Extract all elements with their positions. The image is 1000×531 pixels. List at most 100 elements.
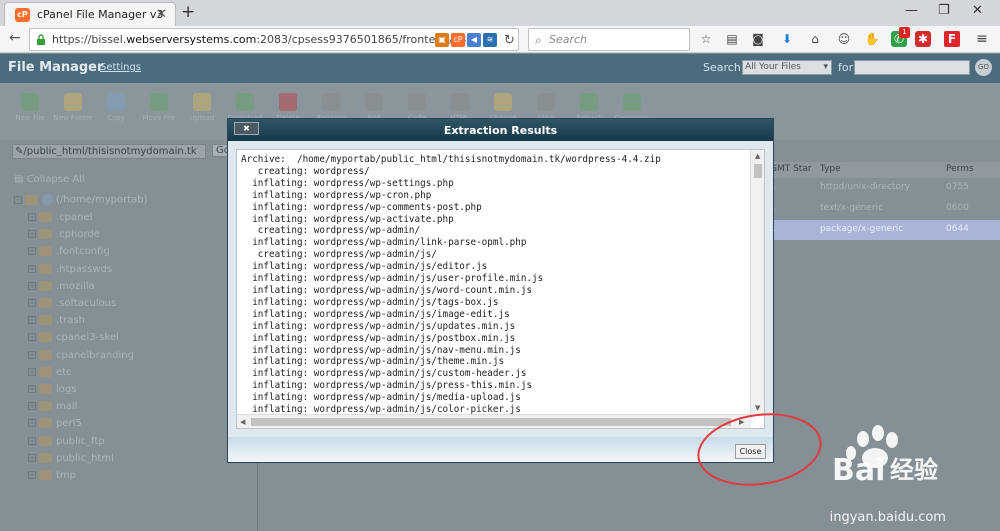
tree-expand-icon[interactable]: +	[28, 419, 36, 428]
reading-list-icon[interactable]: ▤	[724, 31, 740, 47]
column-header-time[interactable]: GMT Star	[770, 164, 812, 174]
tree-root-label: (/home/myportab)	[56, 194, 148, 206]
tree-expand-icon[interactable]: +	[28, 213, 36, 221]
tree-expand-icon[interactable]: +	[28, 436, 36, 445]
tree-item[interactable]: + cpanelbranding	[28, 349, 134, 361]
toolbar-label: New File	[15, 114, 45, 122]
toolbar-new-folder-button[interactable]: New Folder	[51, 93, 95, 122]
tree-item[interactable]: + perl5	[28, 418, 82, 429]
vertical-scrollbar[interactable]: ▲ ▼	[750, 150, 764, 416]
tree-expand-icon[interactable]: +	[28, 281, 36, 290]
column-header-type[interactable]: Type	[820, 164, 841, 174]
column-header-perms[interactable]: Perms	[946, 164, 974, 174]
tree-item-label: .cpanel	[56, 212, 93, 223]
wave-extension-icon[interactable]: ≋	[483, 33, 497, 47]
cpanel-extension-icon[interactable]: cP	[451, 33, 465, 47]
search-scope-select[interactable]: All Your Files ▾	[742, 60, 832, 75]
tree-expand-icon[interactable]: +	[28, 299, 36, 307]
tree-item-label: .trash	[56, 315, 85, 327]
tree-expand-icon[interactable]: +	[28, 453, 36, 462]
tree-expand-icon[interactable]: +	[28, 247, 36, 256]
pocket-icon[interactable]: ◙	[750, 31, 766, 47]
url-bar[interactable]: https://bissel.webserversystems.com:2083…	[29, 28, 519, 51]
tree-expand-icon[interactable]: +	[28, 264, 36, 273]
tree-item-label: .cphorde	[56, 229, 100, 241]
tree-item[interactable]: + public_html	[28, 452, 114, 464]
bookmark-star-icon[interactable]: ☆	[698, 31, 714, 47]
tree-item[interactable]: + .cpanel	[28, 212, 92, 223]
tree-item[interactable]: + .mozilla	[28, 280, 95, 292]
home-icon[interactable]: ⌂	[807, 31, 823, 47]
close-window-icon[interactable]: ✕	[972, 3, 983, 18]
red-extension-icon[interactable]: ✱	[915, 31, 931, 47]
toolbar-move-file-button[interactable]: Move File	[137, 93, 181, 122]
browser-tab[interactable]: cP cPanel File Manager v3 ✕	[4, 2, 176, 26]
output-line: creating: wordpress/wp-admin/	[241, 225, 421, 237]
tree-item[interactable]: + cpanel3-skel	[28, 332, 119, 343]
tree-expand-icon[interactable]: +	[28, 402, 36, 411]
tree-expand-icon[interactable]: +	[28, 350, 36, 359]
folder-icon	[39, 246, 52, 257]
tree-item[interactable]: + mail	[28, 401, 77, 412]
back-arrow-icon[interactable]: ←	[9, 30, 21, 46]
tree-item-label: public_html	[56, 452, 114, 464]
toolbar-copy-button[interactable]: Copy	[94, 93, 138, 122]
tree-item[interactable]: + .fontconfig	[28, 246, 110, 257]
path-input[interactable]: ✎/public_html/thisisnotmydomain.tk	[12, 144, 206, 159]
cell-perms: 0644	[946, 224, 969, 234]
search-label: Search	[703, 61, 741, 74]
tree-expand-icon[interactable]: +	[28, 230, 36, 239]
hand-icon[interactable]: ✋	[864, 31, 880, 47]
vertical-scroll-thumb[interactable]	[754, 164, 762, 178]
watermark-brand: Bai	[832, 453, 885, 488]
tree-item[interactable]: + .cphorde	[28, 229, 100, 240]
horizontal-scrollbar[interactable]: ◀ ▶	[237, 414, 751, 428]
extension-icon[interactable]: ▣	[435, 33, 449, 47]
scroll-left-icon[interactable]: ◀	[240, 418, 245, 426]
minimize-window-icon[interactable]: —	[905, 3, 918, 18]
tree-item[interactable]: + .trash	[28, 315, 85, 326]
bird-extension-icon[interactable]: ◀	[467, 33, 481, 47]
tree-item[interactable]: + etc	[28, 366, 72, 378]
cpanel-favicon-icon: cP	[15, 8, 30, 22]
dialog-title: Extraction Results	[443, 124, 558, 137]
tree-item[interactable]: + public_ftp	[28, 435, 105, 447]
f-extension-icon[interactable]: F	[944, 31, 960, 47]
horizontal-scroll-thumb[interactable]	[251, 418, 731, 426]
tree-expand-icon[interactable]: +	[28, 385, 36, 393]
search-placeholder: Search	[549, 33, 588, 46]
settings-link[interactable]: Settings	[100, 62, 141, 73]
tree-expand-icon[interactable]: +	[28, 367, 36, 376]
output-line: inflating: wordpress/wp-admin/js/postbox…	[241, 332, 516, 344]
folder-icon	[39, 212, 52, 222]
tree-item[interactable]: + logs	[28, 384, 76, 395]
restore-window-icon[interactable]: ❐	[938, 3, 950, 18]
tree-expand-icon[interactable]: +	[28, 471, 36, 479]
file-search-input[interactable]	[854, 60, 970, 75]
scroll-down-icon[interactable]: ▼	[755, 404, 760, 412]
directory-tree: ▤ Collapse All − (/home/myportab) + .cpane…	[0, 162, 258, 531]
tree-item[interactable]: + tmp	[28, 470, 76, 481]
extraction-output[interactable]: Archive: /home/myportab/public_html/this…	[236, 149, 765, 429]
tree-item[interactable]: + .softaculous	[28, 298, 116, 309]
dialog-close-x-button[interactable]: ✖	[234, 122, 259, 135]
toolbar-upload-button[interactable]: Upload	[180, 93, 224, 122]
tree-item[interactable]: + .htpasswds	[28, 263, 112, 275]
scroll-up-icon[interactable]: ▲	[755, 152, 760, 160]
tree-expand-icon[interactable]: +	[28, 333, 36, 342]
download-icon[interactable]: ⬇	[779, 31, 795, 47]
collapse-all-link[interactable]: ▤ Collapse All	[14, 174, 85, 185]
tree-root[interactable]: − (/home/myportab)	[14, 194, 148, 206]
search-go-button[interactable]: GO	[975, 59, 992, 76]
toolbar-new-file-button[interactable]: New File	[8, 93, 52, 122]
output-line: inflating: wordpress/wp-activate.php	[241, 213, 454, 225]
reload-icon[interactable]: ↻	[504, 33, 515, 48]
smiley-icon[interactable]: ☺	[836, 31, 852, 47]
tree-item-label: cpanel3-skel	[56, 332, 119, 344]
close-tab-icon[interactable]: ✕	[156, 7, 167, 22]
tree-expand-icon[interactable]: +	[28, 316, 36, 325]
browser-search-box[interactable]: ⌕ Search	[528, 28, 690, 51]
output-line: inflating: wordpress/wp-admin/js/custom-…	[241, 368, 527, 380]
new-tab-icon[interactable]: +	[181, 2, 195, 22]
hamburger-menu-icon[interactable]: ≡	[974, 31, 990, 47]
